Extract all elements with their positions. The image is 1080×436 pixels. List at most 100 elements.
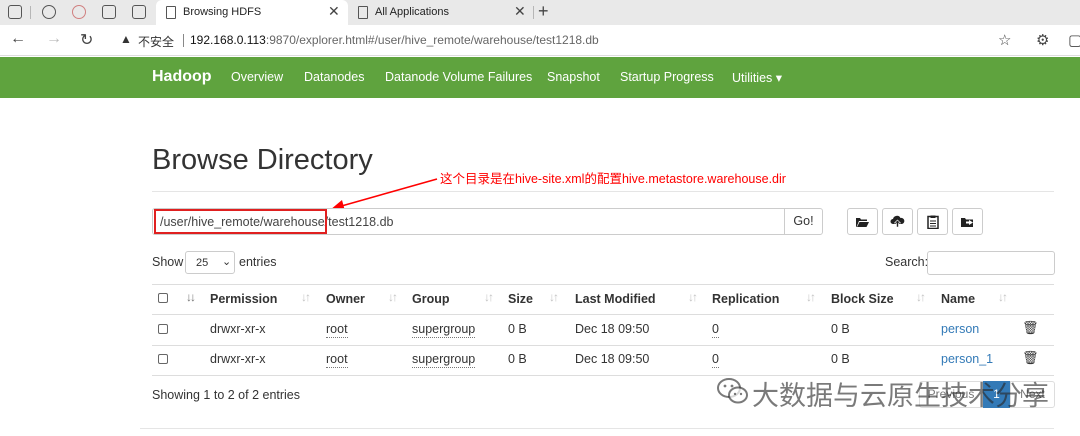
- clipboard-icon: [926, 215, 939, 229]
- cell-owner[interactable]: root: [326, 322, 348, 338]
- nav-overview[interactable]: Overview: [231, 70, 283, 84]
- annotation-arrow-line: [337, 178, 438, 208]
- warning-triangle-icon[interactable]: ▲: [120, 32, 132, 46]
- cell-replication[interactable]: 0: [712, 322, 719, 338]
- security-label[interactable]: 不安全: [138, 33, 174, 50]
- page-icon: [358, 6, 368, 19]
- nav-startup-progress[interactable]: Startup Progress: [620, 70, 714, 84]
- reload-icon[interactable]: ↻: [80, 30, 93, 50]
- column-header-replication[interactable]: Replication: [712, 292, 779, 306]
- pagination-next-button[interactable]: Next: [1010, 381, 1055, 408]
- upload-button[interactable]: [882, 208, 913, 235]
- favorite-star-icon[interactable]: ☆: [998, 31, 1011, 49]
- column-header-group[interactable]: Group: [412, 292, 450, 306]
- wechat-logo-icon: [717, 378, 748, 404]
- cell-block-size: 0 B: [831, 322, 850, 336]
- tab-browsing-hdfs[interactable]: Browsing HDFS ✕: [156, 0, 348, 25]
- column-header-block-size[interactable]: Block Size: [831, 292, 894, 306]
- hadoop-navbar: Hadoop Overview Datanodes Datanode Volum…: [0, 57, 1080, 98]
- column-header-size[interactable]: Size: [508, 292, 533, 306]
- cell-last-modified: Dec 18 09:50: [575, 352, 650, 366]
- show-label: Show: [152, 255, 184, 269]
- sort-both-icon[interactable]: ↓↑: [549, 290, 559, 304]
- select-all-checkbox[interactable]: [158, 293, 168, 303]
- search-input[interactable]: [927, 251, 1055, 275]
- url-field[interactable]: ▲ 不安全 192.168.0.113:9870/explorer.html#/…: [112, 29, 1024, 52]
- row-checkbox[interactable]: [158, 354, 168, 364]
- column-header-owner[interactable]: Owner: [326, 292, 365, 306]
- cell-last-modified: Dec 18 09:50: [575, 322, 650, 336]
- url-path: :9870/explorer.html#/user/hive_remote/wa…: [265, 33, 599, 47]
- tab-title: All Applications: [375, 6, 449, 18]
- sort-both-icon[interactable]: ↓↑: [301, 290, 311, 304]
- cell-replication[interactable]: 0: [712, 352, 719, 368]
- move-button[interactable]: [952, 208, 983, 235]
- tab-divider: [30, 6, 31, 19]
- tab-title: Browsing HDFS: [183, 6, 262, 18]
- sort-both-icon[interactable]: ↓↑: [916, 290, 926, 304]
- entries-select-value: 25: [196, 257, 209, 269]
- create-directory-button[interactable]: [847, 208, 878, 235]
- sort-both-icon[interactable]: ↓↑: [806, 290, 816, 304]
- pagination-page-1-button[interactable]: 1: [983, 381, 1010, 408]
- cell-size: 0 B: [508, 352, 527, 366]
- column-header-name[interactable]: Name: [941, 292, 975, 306]
- extensions-icon[interactable]: ⚙: [1036, 31, 1049, 49]
- row-checkbox[interactable]: [158, 324, 168, 334]
- footer-divider: [140, 428, 1054, 429]
- sort-both-icon[interactable]: ↓↑: [998, 290, 1008, 304]
- cell-owner[interactable]: root: [326, 352, 348, 368]
- column-header-last-modified[interactable]: Last Modified: [575, 292, 656, 306]
- sort-both-icon[interactable]: ↓↑: [484, 290, 494, 304]
- sort-both-icon[interactable]: ↓↑: [688, 290, 698, 304]
- close-icon[interactable]: ✕: [328, 3, 340, 20]
- tab-all-applications[interactable]: All Applications ✕: [348, 0, 532, 25]
- upload-cloud-icon: [890, 215, 905, 228]
- window-menu-icon[interactable]: [8, 5, 22, 19]
- table-info: Showing 1 to 2 of 2 entries: [152, 388, 301, 402]
- sort-both-icon[interactable]: ↓↓: [186, 290, 196, 304]
- annotation-highlight-box: [154, 209, 327, 234]
- url-text[interactable]: 192.168.0.113:9870/explorer.html#/user/h…: [190, 33, 599, 47]
- cell-group[interactable]: supergroup: [412, 352, 476, 368]
- pinned-tab-icon[interactable]: [132, 5, 146, 19]
- pinned-tab-icon[interactable]: [72, 5, 86, 19]
- browser-tab-strip: Browsing HDFS ✕ All Applications ✕ +: [0, 0, 1080, 25]
- go-button[interactable]: Go!: [784, 208, 823, 235]
- nav-utilities[interactable]: Utilities ▾: [732, 70, 782, 85]
- back-arrow-icon[interactable]: ←: [10, 30, 26, 48]
- address-bar-row: ← → ↻ ▲ 不安全 192.168.0.113:9870/explorer.…: [0, 25, 1080, 56]
- page-title: Browse Directory: [152, 144, 373, 176]
- trash-icon[interactable]: 🗑: [1022, 320, 1039, 336]
- cell-group[interactable]: supergroup: [412, 322, 476, 338]
- cell-permission: drwxr-xr-x: [210, 322, 266, 336]
- sort-both-icon[interactable]: ↓↑: [388, 290, 398, 304]
- nav-datanode-volume-failures[interactable]: Datanode Volume Failures: [385, 70, 532, 84]
- tab-divider: [533, 6, 534, 19]
- pinned-tab-icon[interactable]: [42, 5, 56, 19]
- omnibox-divider: [183, 34, 184, 47]
- search-label: Search:: [885, 255, 929, 269]
- table-top-border: [152, 284, 1054, 285]
- nav-utilities-label: Utilities: [732, 71, 773, 85]
- table-bottom-border: [152, 375, 1054, 376]
- navbar-brand[interactable]: Hadoop: [152, 68, 212, 86]
- cut-paste-button[interactable]: [917, 208, 948, 235]
- table-header-border: [152, 314, 1054, 315]
- cell-name-link[interactable]: person_1: [941, 352, 993, 366]
- nav-datanodes[interactable]: Datanodes: [304, 70, 364, 84]
- cell-permission: drwxr-xr-x: [210, 352, 266, 366]
- forward-arrow-icon[interactable]: →: [46, 30, 62, 48]
- pinned-tab-icon[interactable]: [102, 5, 116, 19]
- cell-name-link[interactable]: person: [941, 322, 979, 336]
- entries-per-page-select[interactable]: 25 ⌄: [185, 251, 235, 274]
- close-icon[interactable]: ✕: [514, 3, 526, 20]
- new-tab-plus-icon[interactable]: +: [538, 1, 549, 22]
- trash-icon[interactable]: 🗑: [1022, 350, 1039, 366]
- url-host: 192.168.0.113: [190, 33, 266, 47]
- pagination-previous-button[interactable]: Previous: [919, 381, 983, 408]
- profile-icon[interactable]: ▢: [1068, 31, 1080, 49]
- nav-snapshot[interactable]: Snapshot: [547, 70, 600, 84]
- column-header-permission[interactable]: Permission: [210, 292, 277, 306]
- title-divider: [152, 191, 1054, 192]
